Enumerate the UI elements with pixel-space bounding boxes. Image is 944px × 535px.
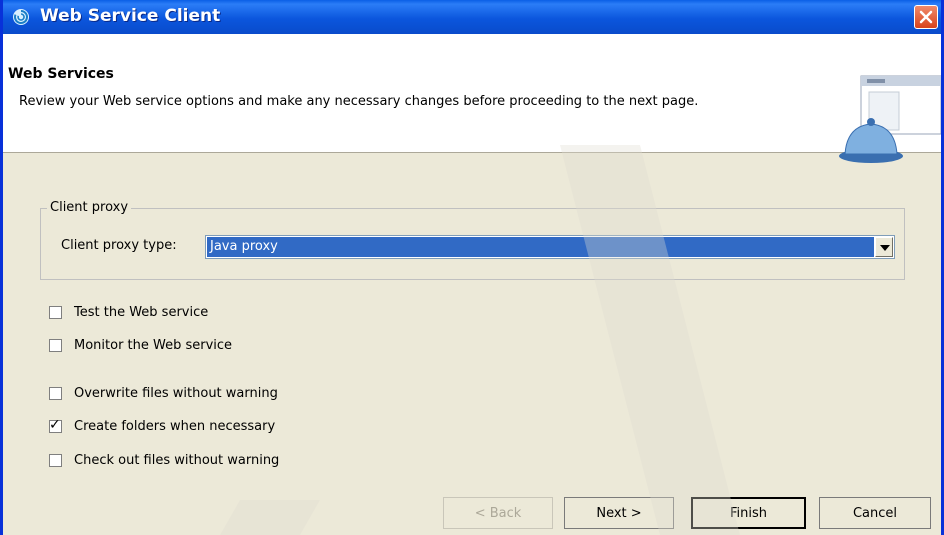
next-button[interactable]: Next > xyxy=(564,497,674,529)
test-web-service-option[interactable]: Test the Web service xyxy=(49,302,208,322)
client-proxy-type-value: Java proxy xyxy=(207,237,874,257)
title-bar: Web Service Client xyxy=(3,0,941,34)
test-web-service-label: Test the Web service xyxy=(74,304,209,320)
back-button[interactable]: < Back xyxy=(443,497,553,529)
check-out-files-label: Check out files without warning xyxy=(74,452,280,468)
close-icon xyxy=(919,10,933,24)
wizard-header: Web Services Review your Web service opt… xyxy=(3,34,941,163)
web-service-client-window: Web Service Client Web Services Review y… xyxy=(0,0,944,535)
monitor-web-service-label: Monitor the Web service xyxy=(74,337,233,353)
overwrite-files-checkbox[interactable] xyxy=(49,386,62,400)
create-folders-label: Create folders when necessary xyxy=(74,418,276,434)
overwrite-files-label: Overwrite files without warning xyxy=(74,385,278,401)
page-title: Web Services xyxy=(8,66,114,82)
checkmark-icon: ✓ xyxy=(49,416,61,433)
check-out-files-option[interactable]: Check out files without warning xyxy=(49,450,279,470)
monitor-web-service-checkbox[interactable] xyxy=(49,338,62,352)
close-button[interactable] xyxy=(914,5,938,29)
monitor-web-service-option[interactable]: Monitor the Web service xyxy=(49,335,232,355)
finish-button[interactable]: Finish xyxy=(691,497,806,529)
client-proxy-group-label: Client proxy xyxy=(47,200,132,215)
create-folders-option[interactable]: ✓ Create folders when necessary xyxy=(49,416,275,436)
client-proxy-type-select[interactable]: Java proxy xyxy=(205,235,895,259)
window-title: Web Service Client xyxy=(40,6,221,26)
web-service-icon xyxy=(13,9,29,25)
create-folders-checkbox[interactable]: ✓ xyxy=(49,416,62,433)
client-proxy-type-label: Client proxy type: xyxy=(61,238,177,253)
cancel-button[interactable]: Cancel xyxy=(819,497,931,529)
test-web-service-checkbox[interactable] xyxy=(49,305,62,319)
check-out-files-checkbox[interactable] xyxy=(49,453,62,467)
page-description: Review your Web service options and make… xyxy=(19,94,699,109)
dropdown-button[interactable] xyxy=(875,237,893,257)
web-service-banner-icon xyxy=(839,75,941,163)
client-proxy-group: Client proxy Client proxy type: Java pro… xyxy=(40,200,905,280)
overwrite-files-option[interactable]: Overwrite files without warning xyxy=(49,383,278,403)
chevron-down-icon xyxy=(880,245,890,251)
